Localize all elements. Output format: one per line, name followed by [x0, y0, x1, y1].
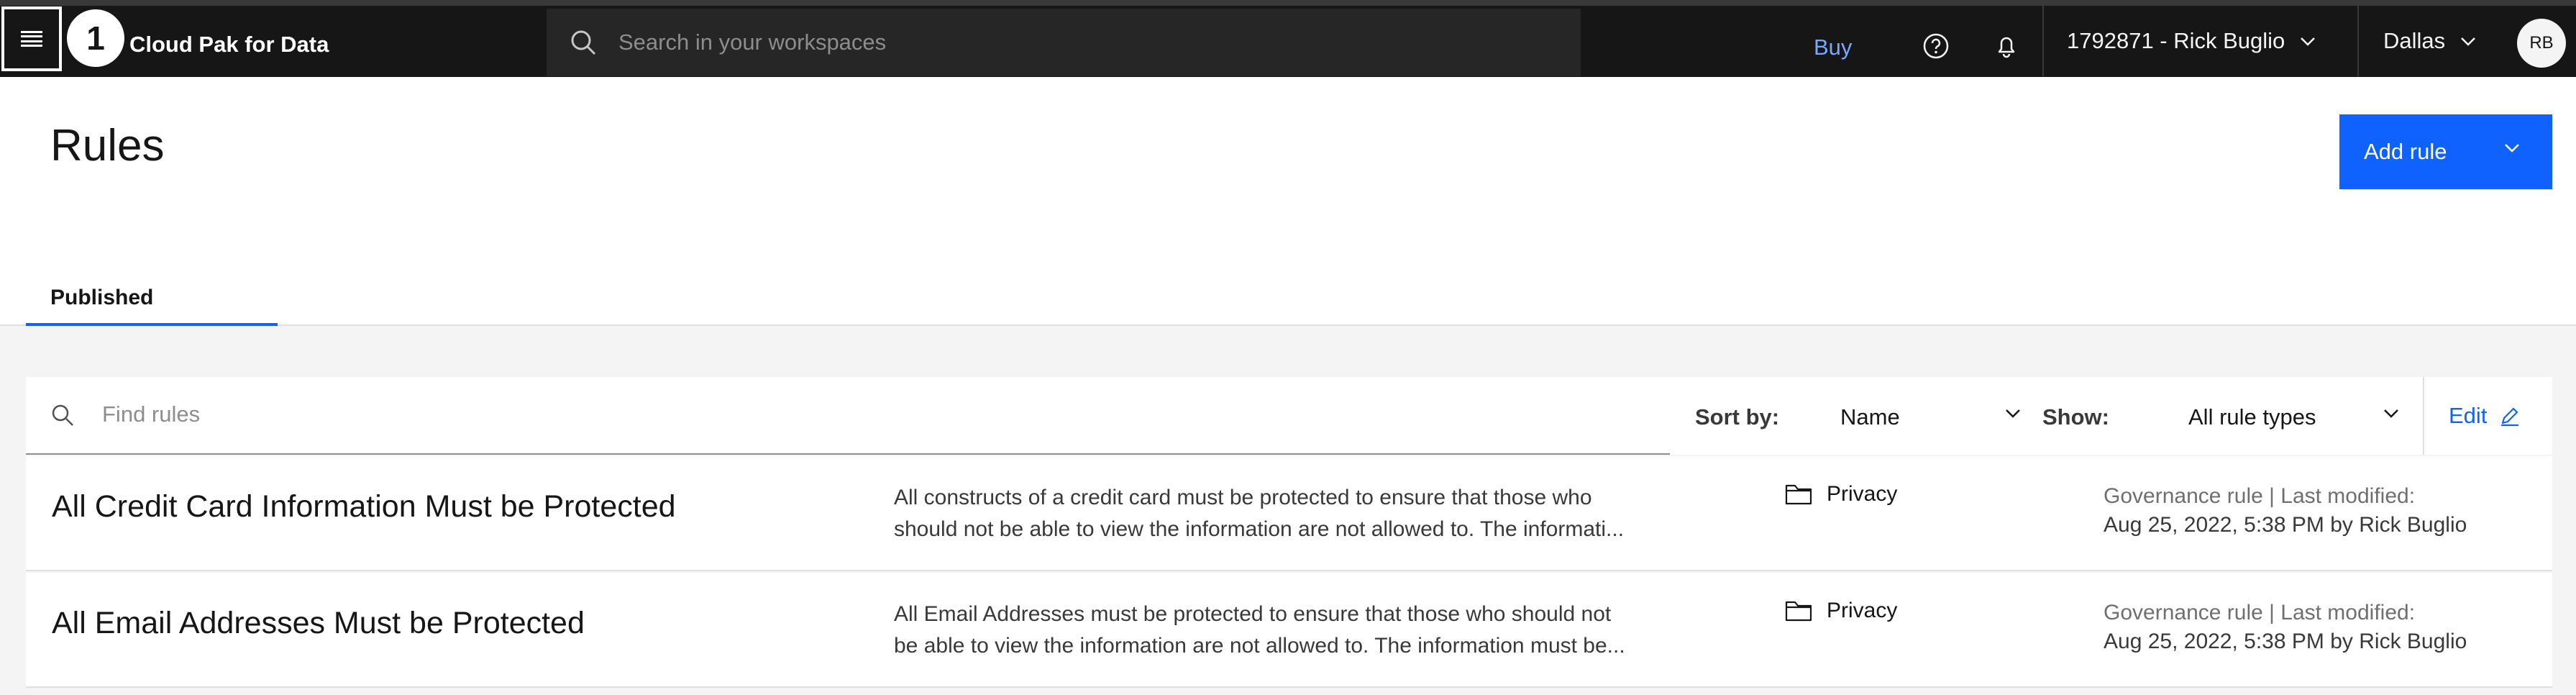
global-search-input[interactable] — [618, 9, 1553, 76]
rule-row[interactable]: All Email Addresses Must be Protected Al… — [26, 573, 2552, 688]
sort-by-dropdown[interactable]: Name — [1840, 404, 2020, 430]
buy-link[interactable]: Buy — [1814, 35, 1852, 60]
rule-type: Governance rule | Last modified: — [2104, 484, 2416, 508]
rule-description-line: should not be able to view the informati… — [894, 517, 1625, 541]
account-label: 1792871 - Rick Buglio — [2067, 28, 2285, 53]
edit-button[interactable]: Edit — [2423, 377, 2552, 455]
show-value: All rule types — [2188, 404, 2316, 430]
search-icon — [571, 30, 596, 55]
account-switcher[interactable]: 1792871 - Rick Buglio — [2042, 6, 2357, 76]
chevron-down-icon — [2461, 37, 2476, 46]
pencil-icon — [2501, 407, 2519, 427]
find-rules-search[interactable] — [26, 377, 1670, 455]
rule-category-label: Privacy — [1827, 482, 1898, 506]
page-header: Rules Add rule Published — [0, 77, 2576, 326]
add-rule-label: Add rule — [2364, 139, 2447, 164]
notification-bell-icon[interactable] — [1992, 32, 2021, 60]
step-badge: 1 — [67, 9, 124, 67]
hamburger-menu-button[interactable] — [1, 6, 62, 71]
tab-published[interactable]: Published — [26, 277, 278, 326]
rule-description: All Email Addresses must be protected to… — [894, 599, 1699, 662]
rule-name[interactable]: All Email Addresses Must be Protected — [52, 606, 585, 641]
folder-icon — [1785, 601, 1812, 622]
chevron-down-icon — [2384, 409, 2398, 418]
rule-category-label: Privacy — [1827, 599, 1898, 622]
chevron-down-icon — [2301, 37, 2316, 46]
chevron-down-icon — [2505, 144, 2519, 153]
global-search[interactable] — [547, 9, 1581, 76]
rule-category: Privacy — [1785, 482, 1897, 507]
rule-description-line: All Email Addresses must be protected to… — [894, 602, 1612, 626]
page-title: Rules — [50, 121, 165, 171]
rule-description-line: All constructs of a credit card must be … — [894, 486, 1592, 509]
sort-by-label: Sort by: — [1695, 404, 1780, 430]
rule-last-modified: Aug 25, 2022, 5:38 PM by Rick Buglio — [2104, 513, 2467, 537]
search-icon — [52, 404, 73, 426]
rule-meta: Governance rule | Last modified: Aug 25,… — [2104, 599, 2467, 656]
rule-last-modified: Aug 25, 2022, 5:38 PM by Rick Buglio — [2104, 630, 2467, 653]
show-label: Show: — [2042, 404, 2109, 430]
rule-category: Privacy — [1785, 599, 1897, 623]
rules-toolbar: Sort by: Name Show: All rule types Edit — [26, 377, 2552, 455]
region-label: Dallas — [2383, 28, 2446, 53]
rule-name[interactable]: All Credit Card Information Must be Prot… — [52, 489, 676, 524]
rule-row[interactable]: All Credit Card Information Must be Prot… — [26, 456, 2552, 571]
user-avatar[interactable]: RB — [2517, 19, 2566, 68]
folder-icon — [1785, 484, 1812, 505]
rule-description: All constructs of a credit card must be … — [894, 482, 1699, 545]
chevron-down-icon — [2006, 409, 2020, 418]
hamburger-icon — [21, 31, 42, 47]
region-switcher[interactable]: Dallas — [2357, 6, 2516, 76]
edit-label: Edit — [2449, 403, 2488, 428]
sort-by-value: Name — [1840, 404, 1900, 430]
find-rules-input[interactable] — [102, 377, 1648, 452]
rule-description-line: be able to view the information are not … — [894, 634, 1625, 658]
top-navigation-bar: 1 Cloud Pak for Data Buy 1792871 - Rick … — [0, 0, 2576, 77]
rule-meta: Governance rule | Last modified: Aug 25,… — [2104, 482, 2467, 540]
help-icon[interactable] — [1922, 32, 1950, 60]
rule-type: Governance rule | Last modified: — [2104, 601, 2416, 624]
show-rule-types-dropdown[interactable]: All rule types — [2188, 404, 2398, 430]
brand-name[interactable]: Cloud Pak for Data — [129, 32, 329, 58]
add-rule-button[interactable]: Add rule — [2339, 114, 2552, 189]
